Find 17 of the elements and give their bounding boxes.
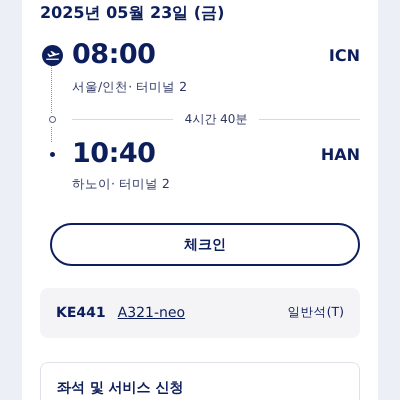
arrival-place: 하노이· 터미널 2 bbox=[72, 176, 170, 194]
services-card[interactable]: 좌석 및 서비스 신청 bbox=[40, 362, 360, 400]
departure-plane-icon bbox=[42, 44, 62, 66]
departure-time: 08:00 bbox=[72, 39, 156, 72]
services-title: 좌석 및 서비스 신청 bbox=[57, 378, 185, 397]
flight-duration: 4시간 40분 bbox=[184, 111, 248, 128]
arrival-dot-icon bbox=[50, 152, 54, 157]
arrival-time: 10:40 bbox=[72, 138, 156, 170]
flight-number: KE441 bbox=[56, 304, 106, 321]
departure-place: 서울/인천· 터미널 2 bbox=[72, 79, 188, 96]
flight-date: 2025년 05월 23일 (금) bbox=[40, 2, 226, 24]
aircraft-link[interactable]: A321-neo bbox=[118, 304, 186, 321]
departure-airport-code: ICN bbox=[328, 46, 360, 65]
stop-circle-icon bbox=[48, 116, 56, 124]
arrival-airport-code: HAN bbox=[320, 144, 360, 164]
check-in-button[interactable]: 체크인 bbox=[50, 223, 360, 266]
cabin-class: 일반석(T) bbox=[288, 304, 344, 322]
